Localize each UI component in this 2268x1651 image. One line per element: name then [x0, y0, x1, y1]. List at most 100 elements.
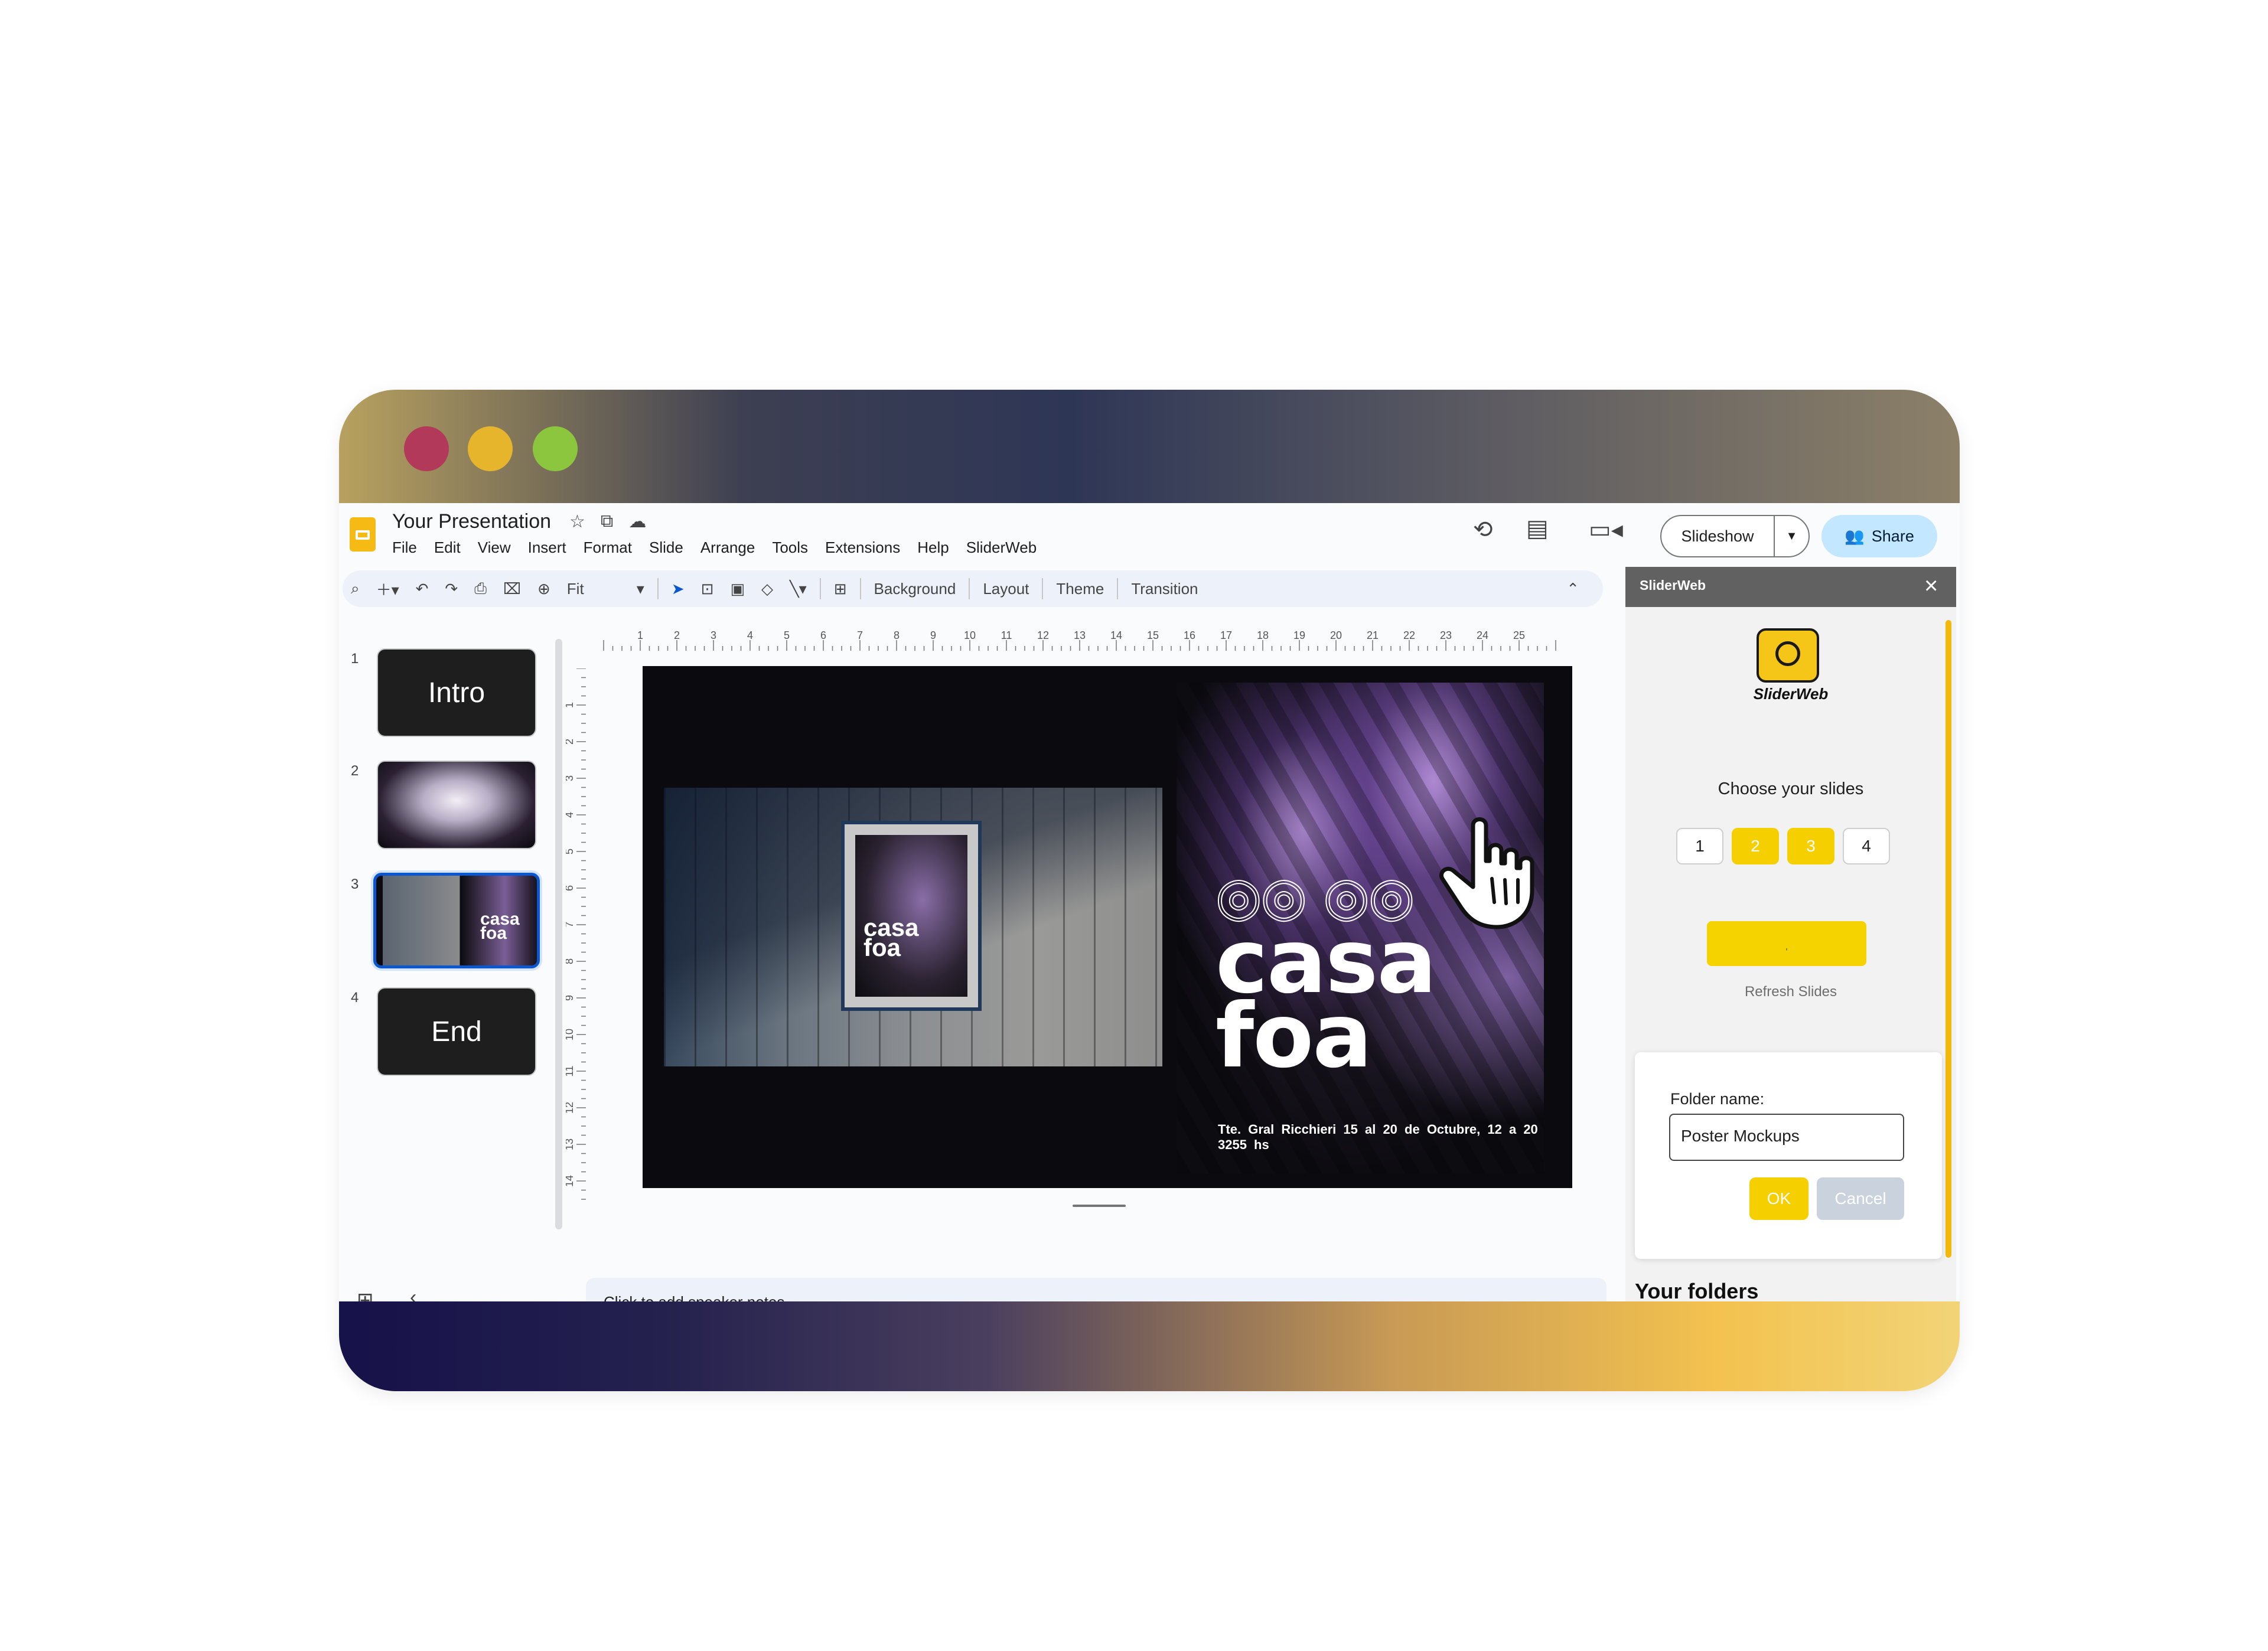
close-dot[interactable] — [404, 426, 449, 471]
slide-select-2[interactable]: 2 — [1732, 828, 1779, 864]
slideshow-button[interactable]: Slideshow ▼ — [1660, 515, 1810, 557]
menu-item-slide[interactable]: Slide — [649, 539, 683, 557]
zoom-icon[interactable]: ⊕ — [537, 580, 550, 598]
mini-poster-art: casa foa — [855, 835, 967, 997]
paint-format-icon[interactable]: ⌧ — [503, 580, 521, 598]
ruler-label: 2 — [674, 631, 680, 641]
folder-move-icon[interactable]: ⧉ — [601, 511, 613, 532]
cloud-saved-icon[interactable]: ☁ — [628, 511, 646, 532]
menu-item-file[interactable]: File — [392, 539, 417, 557]
horizontal-ruler: 1 2 3 4 5 6 7 8 9 10 11 12 13 14 15 16 17 18 19 20 21 22 23 24 2… — [603, 631, 1556, 651]
app-window: Your Presentation ☆ ⧉ ☁ File Edit View Inse… — [339, 390, 1960, 1391]
sliderweb-sidebar: SliderWeb × SliderWeb Choose your slides… — [1625, 567, 1956, 1303]
ruler-label: 9 — [566, 995, 575, 1001]
slideshow-dropdown-icon[interactable]: ▼ — [1775, 530, 1808, 543]
slide-select-1[interactable]: 1 — [1676, 828, 1723, 864]
menu-item-tools[interactable]: Tools — [772, 539, 808, 557]
ok-button[interactable]: OK — [1749, 1177, 1808, 1220]
background-button[interactable]: Background — [874, 580, 956, 598]
slideshow-label[interactable]: Slideshow — [1661, 527, 1774, 546]
ruler-label: 18 — [1257, 631, 1269, 641]
menu-item-extensions[interactable]: Extensions — [825, 539, 900, 557]
minimize-dot[interactable] — [468, 426, 513, 471]
ruler-label: 2 — [566, 739, 575, 745]
folder-name-input[interactable]: Poster Mockups — [1669, 1114, 1904, 1161]
ruler-label: 5 — [566, 849, 575, 854]
ruler-label: 6 — [566, 885, 575, 891]
slide-thumbnail-3[interactable]: casa foa — [373, 873, 540, 968]
collapse-toolbar-icon[interactable]: ⌃ — [1566, 580, 1579, 598]
select-cursor-icon[interactable]: ➤ — [672, 580, 685, 598]
ruler-label: 4 — [566, 812, 575, 818]
menu-item-help[interactable]: Help — [917, 539, 949, 557]
people-icon: 👥 — [1845, 527, 1865, 545]
comment-add-icon[interactable]: ⊞ — [834, 580, 847, 598]
slide-thumbnail-2[interactable] — [377, 761, 536, 849]
textbox-icon[interactable]: ⊡ — [701, 580, 714, 598]
window-bottom-bar — [339, 1301, 1960, 1391]
ruler-label: 13 — [1074, 631, 1086, 641]
line-icon[interactable]: ╲▾ — [790, 580, 807, 598]
notes-resize-handle[interactable] — [1073, 1205, 1126, 1207]
comment-icon[interactable]: ▤ — [1526, 515, 1549, 542]
layout-button[interactable]: Layout — [983, 580, 1029, 598]
slide-thumbnail-1[interactable]: Intro — [377, 648, 536, 737]
slide-thumbnail-4[interactable]: End — [377, 987, 536, 1076]
ruler-label: 22 — [1403, 631, 1415, 641]
mini-title-line2: foa — [863, 934, 901, 961]
filmstrip-scrollbar[interactable] — [555, 639, 562, 1229]
video-camera-icon[interactable]: ▭◂ — [1589, 516, 1623, 543]
slide-number: 3 — [351, 876, 359, 892]
menu-item-view[interactable]: View — [478, 539, 511, 557]
slides-logo-icon[interactable] — [350, 517, 376, 552]
vertical-ruler: 1234567891011121314 — [566, 668, 586, 1200]
loading-spinner: ˌ — [1784, 936, 1789, 951]
sidebar-scrollbar[interactable] — [1946, 620, 1951, 1258]
cancel-button[interactable]: Cancel — [1817, 1177, 1904, 1220]
sidebar-title: SliderWeb — [1625, 567, 1956, 607]
framed-poster-mockup: casa foa — [841, 821, 982, 1011]
transition-button[interactable]: Transition — [1131, 580, 1198, 598]
print-icon[interactable]: ⎙ — [474, 579, 487, 598]
toolbar-divider — [1042, 578, 1044, 599]
ruler-label: 10 — [964, 631, 976, 641]
ruler-label: 16 — [1184, 631, 1195, 641]
refresh-slides-label: Refresh Slides — [1744, 984, 1837, 1000]
document-title[interactable]: Your Presentation — [392, 510, 551, 533]
ruler-label: 6 — [820, 631, 826, 641]
close-icon[interactable]: × — [1924, 573, 1938, 599]
zoom-dropdown-icon[interactable]: ▾ — [637, 580, 644, 598]
folder-name-dialog: Folder name: Poster Mockups OK Cancel — [1635, 1052, 1942, 1259]
theme-button[interactable]: Theme — [1056, 580, 1104, 598]
hand-pointer-icon — [1439, 817, 1534, 929]
menu-item-arrange[interactable]: Arrange — [700, 539, 755, 557]
menu-item-insert[interactable]: Insert — [528, 539, 566, 557]
ruler-label: 25 — [1513, 631, 1525, 641]
ruler-label: 12 — [566, 1102, 575, 1114]
toolbar-divider — [819, 578, 821, 599]
menu-item-format[interactable]: Format — [584, 539, 632, 557]
refresh-slides-button[interactable]: ˌ — [1707, 921, 1866, 966]
new-slide-icon[interactable]: ＋▾ — [376, 578, 399, 600]
slide-select-3[interactable]: 3 — [1787, 828, 1834, 864]
share-button[interactable]: 👥 Share — [1821, 515, 1937, 557]
redo-icon[interactable]: ↷ — [445, 580, 458, 598]
menu-item-edit[interactable]: Edit — [434, 539, 461, 557]
ruler-label: 24 — [1477, 631, 1488, 641]
slide-canvas[interactable]: casa foa ◎◎ ◎◎ casa foa Tte. Gral Ricchi… — [643, 666, 1572, 1188]
menu-item-sliderweb[interactable]: SliderWeb — [966, 539, 1037, 557]
zoom-select[interactable]: Fit — [567, 580, 620, 598]
undo-icon[interactable]: ↶ — [416, 580, 429, 598]
search-menus-icon[interactable]: ⌕ — [351, 579, 360, 598]
star-icon[interactable]: ☆ — [569, 511, 585, 532]
ruler-label: 3 — [711, 631, 716, 641]
slides-app: Your Presentation ☆ ⧉ ☁ File Edit View Inse… — [339, 503, 1960, 1329]
image-icon[interactable]: ▣ — [730, 580, 745, 598]
thumbnail-poster-text: casa foa — [480, 909, 520, 943]
slide-select-4[interactable]: 4 — [1843, 828, 1890, 864]
share-label: Share — [1871, 527, 1914, 545]
ruler-label: 3 — [566, 775, 575, 781]
maximize-dot[interactable] — [533, 426, 578, 471]
history-icon[interactable]: ⟲ — [1473, 516, 1493, 543]
shape-icon[interactable]: ◇ — [761, 580, 773, 598]
